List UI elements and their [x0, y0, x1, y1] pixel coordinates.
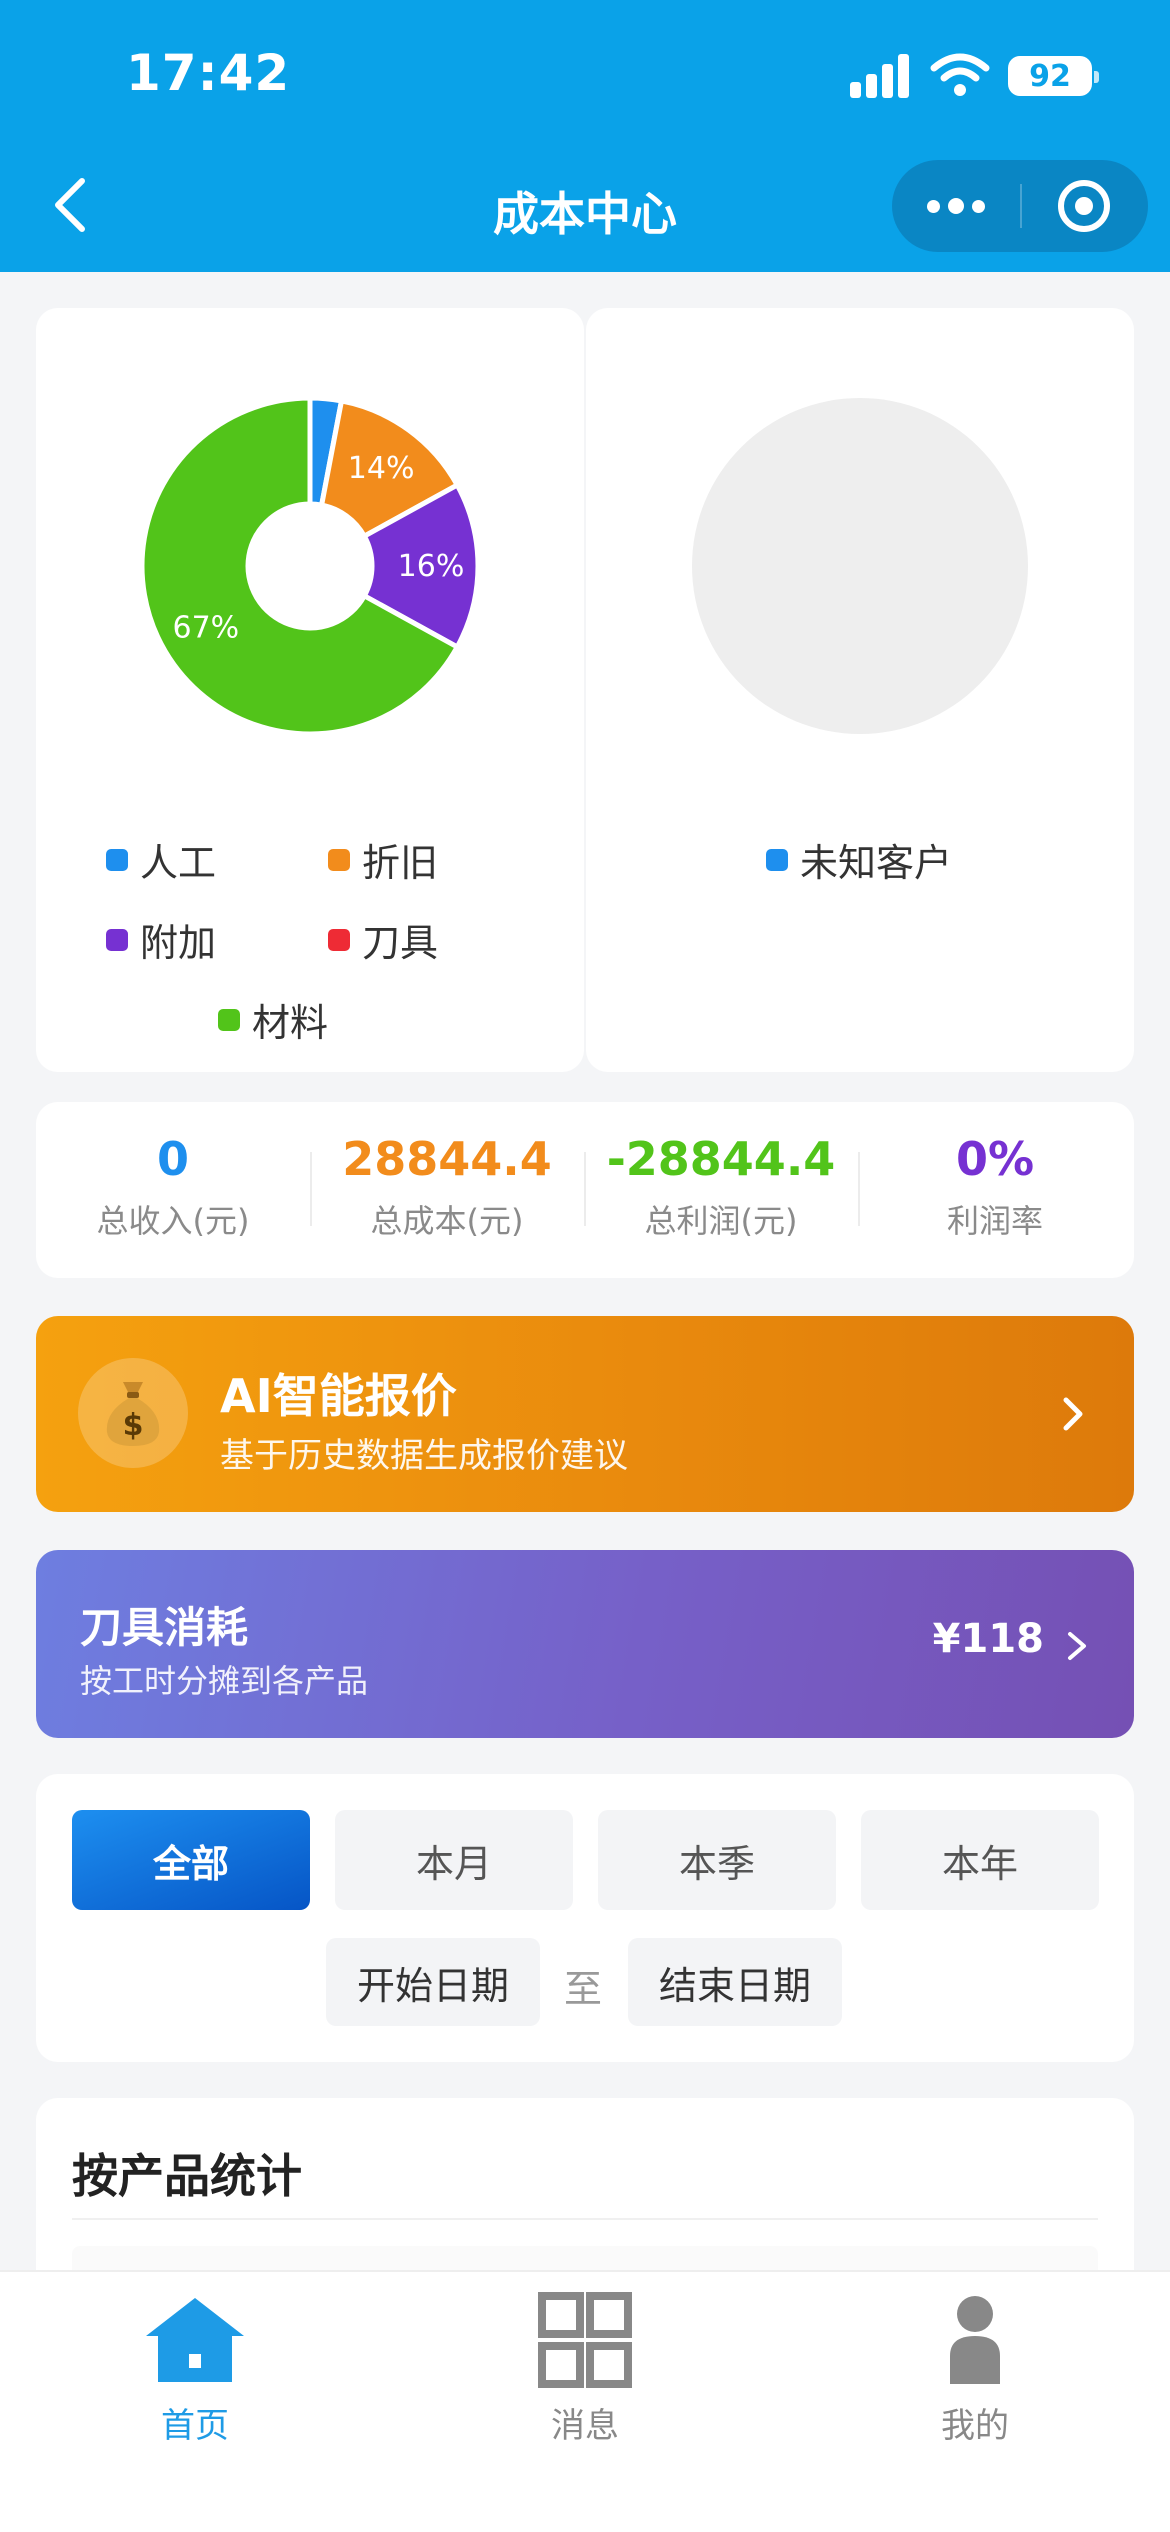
tab-home[interactable]: 首页: [0, 2292, 390, 2447]
svg-text:$: $: [123, 1408, 144, 1443]
legend-unknown-customer[interactable]: 未知客户: [766, 832, 952, 887]
top-bar: 17:42 92 成本中心: [0, 0, 1170, 272]
legend-label: 人工: [140, 841, 217, 885]
legend-additional[interactable]: 附加: [106, 912, 216, 967]
stat-value: -28844.4: [606, 1132, 836, 1186]
tool-banner-subtitle: 按工时分摊到各产品: [80, 1662, 369, 1700]
section-divider: [72, 2218, 1098, 2220]
stat-label: 总利润(元): [644, 1202, 798, 1240]
mini-program-capsule: [892, 160, 1148, 252]
user-icon: [950, 2296, 1000, 2384]
legend-depreciation[interactable]: 折旧: [328, 832, 438, 887]
target-icon: [1058, 180, 1110, 232]
legend-tooling[interactable]: 刀具: [328, 912, 438, 967]
legend-label: 刀具: [362, 921, 439, 965]
legend-dot: [328, 928, 350, 951]
stat-label: 利润率: [946, 1202, 1043, 1240]
filter-quarter-button[interactable]: 本季: [598, 1810, 836, 1910]
more-dot-icon: [927, 199, 940, 213]
legend-label: 折旧: [362, 841, 439, 885]
tool-consumption-amount: ¥118: [932, 1616, 1044, 1662]
date-range-separator: 至: [564, 1967, 603, 2011]
battery-level: 92: [1029, 58, 1071, 94]
customer-pie-empty-circle: [692, 398, 1028, 734]
legend-dot: [766, 848, 788, 871]
money-bag-icon: $: [78, 1358, 188, 1468]
stat-label: 总成本(元): [370, 1202, 524, 1240]
stat-total-cost: 28844.4 总成本(元): [310, 1132, 584, 1242]
more-dot-icon: [948, 198, 964, 214]
tab-label: 我的: [941, 2406, 1009, 2446]
pie-slice-label-4: 67%: [173, 611, 240, 646]
stat-value: 0%: [955, 1132, 1035, 1186]
legend-label: 未知客户: [800, 841, 953, 885]
summary-stats-card: 0 总收入(元) 28844.4 总成本(元) -28844.4 总利润(元) …: [36, 1102, 1134, 1278]
tab-messages[interactable]: 消息: [390, 2292, 780, 2447]
legend-label: 附加: [140, 921, 217, 965]
tab-label: 首页: [161, 2406, 229, 2446]
more-dot-icon: [972, 199, 985, 213]
status-time: 17:42: [126, 44, 291, 102]
stat-value: 28844.4: [342, 1132, 552, 1186]
stat-label: 总收入(元): [96, 1202, 250, 1240]
start-date-picker[interactable]: 开始日期: [326, 1938, 540, 2026]
stat-total-profit: -28844.4 总利润(元): [584, 1132, 858, 1242]
bottom-tab-bar: 首页 消息 我的: [0, 2270, 1170, 2532]
home-icon: [146, 2298, 244, 2382]
customer-pie-chart: [692, 398, 1028, 734]
filter-all-button[interactable]: 全部: [72, 1810, 310, 1910]
legend-dot: [218, 1008, 240, 1031]
customer-pie-card: 未知客户: [586, 308, 1134, 1072]
chevron-right-icon: [1068, 1632, 1086, 1660]
battery-icon: 92: [1008, 56, 1099, 96]
cost-composition-card: 14% 16% 67% 人工 折旧 附加 刀具 材料: [36, 308, 584, 1072]
signal-icon: [850, 52, 910, 98]
legend-dot: [328, 848, 350, 871]
legend-labor[interactable]: 人工: [106, 832, 216, 887]
tool-consumption-banner[interactable]: 刀具消耗 按工时分摊到各产品 ¥118: [36, 1550, 1134, 1738]
cost-pie-chart: 14% 16% 67%: [139, 395, 481, 737]
stat-value: 0: [156, 1132, 189, 1186]
grid-icon: [538, 2292, 632, 2388]
legend-label: 材料: [252, 1001, 329, 1045]
close-mini-program-button[interactable]: [1020, 160, 1148, 252]
legend-dot: [106, 928, 128, 951]
ai-banner-subtitle: 基于历史数据生成报价建议: [220, 1436, 628, 1476]
filter-year-button[interactable]: 本年: [861, 1810, 1099, 1910]
period-filter-card: 全部 本月 本季 本年 开始日期 至 结束日期: [36, 1774, 1134, 2062]
end-date-picker[interactable]: 结束日期: [628, 1938, 842, 2026]
chevron-right-icon: [1063, 1397, 1083, 1431]
stat-total-income: 0 总收入(元): [36, 1132, 310, 1242]
filter-month-button[interactable]: 本月: [335, 1810, 573, 1910]
tab-label: 消息: [551, 2406, 619, 2446]
pie-slice-label-1: 14%: [348, 451, 415, 486]
legend-dot: [106, 848, 128, 871]
ai-quote-banner[interactable]: $ AI智能报价 基于历史数据生成报价建议: [36, 1316, 1134, 1512]
wifi-icon: [930, 53, 990, 96]
product-stats-title: 按产品统计: [72, 2149, 302, 2203]
tool-banner-title: 刀具消耗: [80, 1603, 249, 1652]
pie-slice-label-2: 16%: [398, 549, 465, 584]
stat-profit-rate: 0% 利润率: [858, 1132, 1132, 1242]
ai-banner-title: AI智能报价: [220, 1369, 457, 1423]
more-button[interactable]: [892, 160, 1020, 252]
tab-profile[interactable]: 我的: [780, 2292, 1170, 2447]
legend-material[interactable]: 材料: [218, 992, 328, 1047]
